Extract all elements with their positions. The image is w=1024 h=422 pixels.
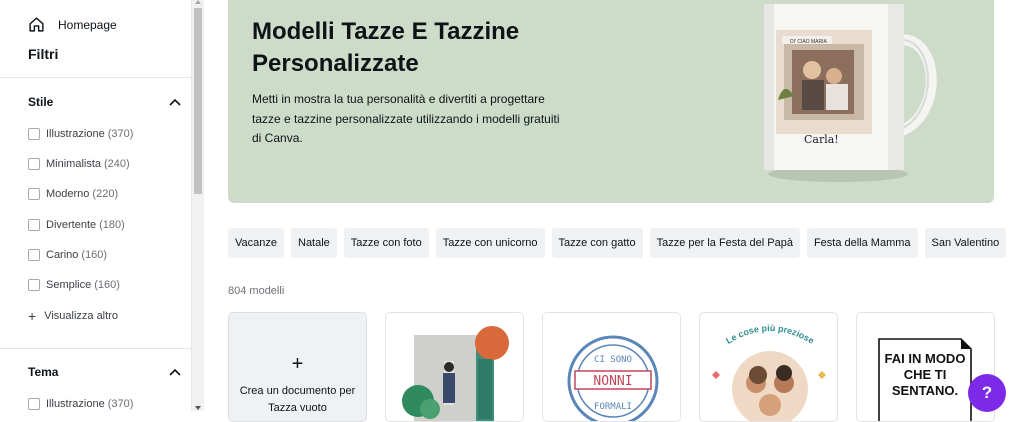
filter-option-illustrazione[interactable]: Illustrazione (370): [28, 398, 133, 410]
page-description: Metti in mostra la tua personalità e div…: [252, 92, 560, 145]
option-count: (180): [99, 219, 125, 231]
theme-section-title: Tema: [28, 365, 59, 379]
option-count: (370): [107, 128, 134, 140]
template-thumbnail: CI SONO NONNI FORMALI: [567, 335, 659, 421]
category-chips: Vacanze Natale Tazze con foto Tazze con …: [228, 228, 1007, 258]
style-section-title: Stile: [28, 95, 54, 109]
filter-option-semplice[interactable]: Semplice (160): [28, 279, 120, 291]
option-label: Moderno: [46, 188, 90, 200]
filter-option-illustrazione[interactable]: Illustrazione (370): [28, 128, 133, 140]
chip-festa-della-mamma[interactable]: Festa della Mamma: [806, 228, 918, 258]
chip-vacanze[interactable]: Vacanze: [228, 228, 284, 258]
option-count: (160): [81, 249, 108, 261]
checkbox[interactable]: [28, 279, 40, 291]
filter-option-divertente[interactable]: Divertente (180): [28, 219, 125, 231]
mug-tag-text: DI' CIAO MARIA: [790, 39, 827, 45]
option-label: Divertente: [46, 219, 97, 231]
homepage-label: Homepage: [58, 17, 117, 32]
filter-option-minimalista[interactable]: Minimalista (240): [28, 158, 130, 170]
checkbox[interactable]: [28, 188, 40, 200]
option-label: Carino: [46, 249, 79, 261]
checkbox[interactable]: [28, 398, 40, 410]
card-quote-text: FAI IN MODO CHE TI SENTANO.: [884, 351, 966, 398]
divider: [0, 77, 191, 78]
template-card[interactable]: [385, 312, 524, 422]
divider: [0, 348, 191, 349]
chip-festa-del-papa[interactable]: Tazze per la Festa del Papà: [649, 228, 800, 258]
stamp-mid-text: NONNI: [593, 374, 632, 389]
create-blank-label: Crea un documento per Tazza vuoto: [239, 385, 356, 414]
filter-option-moderno[interactable]: Moderno (220): [28, 188, 118, 200]
plus-icon: +: [28, 308, 37, 324]
option-count: (160): [94, 279, 120, 291]
mug-caption-text: Carla!: [804, 133, 839, 146]
chip-tazze-con-unicorno[interactable]: Tazze con unicorno: [435, 228, 545, 258]
chip-tazze-con-gatto[interactable]: Tazze con gatto: [551, 228, 643, 258]
checkbox[interactable]: [28, 219, 40, 231]
checkbox[interactable]: [28, 158, 40, 170]
checkbox[interactable]: [28, 128, 40, 140]
results-count: 804 modelli: [228, 285, 285, 297]
template-card[interactable]: Le cose più preziose: [699, 312, 838, 422]
mug-image: DI' CIAO MARIA Carla!: [764, 4, 937, 182]
chip-tazze-con-foto[interactable]: Tazze con foto: [343, 228, 429, 258]
filter-option-carino[interactable]: Carino (160): [28, 249, 107, 261]
chevron-up-icon[interactable]: [168, 367, 182, 377]
option-label: Semplice: [46, 279, 92, 291]
card-arc-text: Le cose più preziose: [724, 323, 816, 346]
filters-title: Filtri: [28, 46, 59, 62]
chip-natale[interactable]: Natale: [291, 228, 337, 258]
option-count: (240): [104, 158, 130, 170]
chip-san-valentino[interactable]: San Valentino: [924, 228, 1007, 258]
sidebar-scrollbar[interactable]: [191, 0, 204, 411]
plus-icon: +: [291, 353, 304, 375]
template-thumbnail: Le cose più preziose: [712, 323, 826, 421]
homepage-link[interactable]: Homepage: [28, 16, 117, 33]
show-more-label: Visualizza altro: [44, 310, 118, 322]
hero-banner: Modelli Tazze E Tazzine Personalizzate M…: [228, 0, 994, 203]
template-card[interactable]: CI SONO NONNI FORMALI: [542, 312, 681, 422]
option-label: Illustrazione: [46, 128, 105, 140]
page-title: Modelli Tazze E Tazzine Personalizzate: [252, 18, 520, 77]
filters-sidebar: Homepage Filtri Stile Illustrazione (370)…: [0, 0, 191, 411]
option-count: (220): [92, 188, 119, 200]
scroll-up-arrow-icon[interactable]: [195, 0, 201, 4]
option-count: (370): [107, 398, 134, 410]
option-label: Minimalista: [46, 158, 102, 170]
show-more-link[interactable]: + Visualizza altro: [28, 308, 118, 324]
home-icon: [29, 17, 44, 32]
template-thumbnail: [402, 326, 509, 421]
option-label: Illustrazione: [46, 398, 105, 410]
scrollbar-thumb[interactable]: [194, 8, 202, 194]
checkbox[interactable]: [28, 249, 40, 261]
card-arc-textpath: Le cose più preziose: [724, 323, 816, 346]
chevron-up-icon[interactable]: [168, 97, 182, 107]
create-blank-card[interactable]: + Crea un documento per Tazza vuoto: [228, 312, 367, 422]
scroll-down-arrow-icon[interactable]: [195, 406, 201, 410]
stamp-top-text: CI SONO: [594, 355, 632, 365]
help-button[interactable]: ?: [968, 374, 1006, 412]
